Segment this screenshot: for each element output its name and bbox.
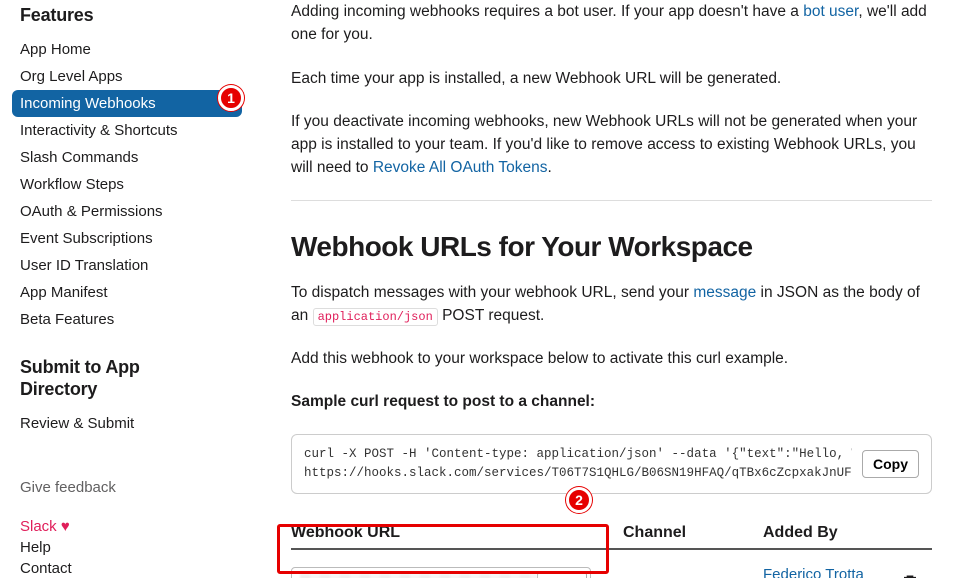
table-row: Copy #testmessages Federico Trotta Apr 3… (291, 566, 932, 578)
slack-brand-link[interactable]: Slack ♥ (20, 516, 260, 537)
curl-code: curl -X POST -H 'Content-type: applicati… (304, 445, 852, 484)
copy-webhook-button[interactable]: Copy (537, 571, 588, 578)
heart-icon: ♥ (61, 518, 70, 535)
section-desc: To dispatch messages with your webhook U… (291, 281, 932, 328)
webhook-url-field[interactable]: Copy (291, 567, 591, 578)
nav-oauth-permissions[interactable]: OAuth & Permissions (12, 198, 242, 225)
table-header: Webhook URL Channel Added By (291, 524, 932, 550)
nav-org-level-apps[interactable]: Org Level Apps (12, 63, 242, 90)
th-channel: Channel (623, 524, 763, 542)
nav-beta-features[interactable]: Beta Features (12, 306, 242, 333)
message-link[interactable]: message (693, 284, 756, 301)
sidebar: Features App Home Org Level Apps Incomin… (0, 0, 261, 578)
activate-text: Add this webhook to your workspace below… (291, 347, 932, 370)
nav-incoming-webhooks[interactable]: Incoming Webhooks (12, 90, 242, 117)
th-actions (902, 524, 932, 542)
intro-p1: Adding incoming webhooks requires a bot … (291, 0, 932, 47)
contact-link[interactable]: Contact (20, 558, 260, 578)
added-by-name-link[interactable]: Federico Trotta (763, 566, 902, 578)
th-added-by: Added By (763, 524, 902, 542)
section-heading: Webhook URLs for Your Workspace (291, 231, 932, 263)
sidebar-footer: Give feedback Slack ♥ Help Contact (20, 477, 260, 578)
intro-p2: Each time your app is installed, a new W… (291, 67, 932, 90)
submit-heading: Submit to App Directory (20, 357, 260, 400)
nav-workflow-steps[interactable]: Workflow Steps (12, 171, 242, 198)
nav-event-subscriptions[interactable]: Event Subscriptions (12, 225, 242, 252)
annotation-marker-1: 1 (218, 85, 244, 111)
curl-code-box: curl -X POST -H 'Content-type: applicati… (291, 434, 932, 495)
section-divider (291, 200, 932, 201)
th-webhook-url: Webhook URL (291, 524, 623, 542)
features-heading: Features (20, 5, 260, 26)
nav-slash-commands[interactable]: Slash Commands (12, 144, 242, 171)
bot-user-link[interactable]: bot user (803, 3, 858, 20)
revoke-tokens-link[interactable]: Revoke All OAuth Tokens (373, 159, 548, 176)
submit-heading-line1: Submit to App (20, 357, 140, 377)
copy-curl-button[interactable]: Copy (862, 450, 919, 478)
desc-post2: POST request. (438, 307, 545, 324)
cell-delete (902, 573, 932, 578)
give-feedback-link[interactable]: Give feedback (20, 477, 260, 498)
nav-app-manifest[interactable]: App Manifest (12, 279, 242, 306)
main-content: Adding incoming webhooks requires a bot … (261, 0, 956, 578)
nav-interactivity-shortcuts[interactable]: Interactivity & Shortcuts (12, 117, 242, 144)
cell-added-by: Federico Trotta Apr 3, 2024 (763, 566, 902, 578)
annotation-marker-2: 2 (566, 487, 592, 513)
nav-user-id-translation[interactable]: User ID Translation (12, 252, 242, 279)
intro-p3-post: . (547, 159, 551, 176)
submit-heading-line2: Directory (20, 379, 97, 399)
content-type-code: application/json (313, 308, 438, 326)
nav-app-home[interactable]: App Home (12, 36, 242, 63)
features-nav: App Home Org Level Apps Incoming Webhook… (20, 36, 260, 333)
nav-review-submit[interactable]: Review & Submit (12, 410, 242, 437)
webhook-url-redacted (300, 574, 537, 578)
cell-url: Copy (291, 567, 623, 578)
help-link[interactable]: Help (20, 537, 260, 558)
slack-brand-text: Slack (20, 518, 57, 535)
intro-p1-pre: Adding incoming webhooks requires a bot … (291, 3, 803, 20)
desc-pre: To dispatch messages with your webhook U… (291, 284, 693, 301)
intro-p3: If you deactivate incoming webhooks, new… (291, 110, 932, 180)
sample-label: Sample curl request to post to a channel… (291, 390, 932, 413)
